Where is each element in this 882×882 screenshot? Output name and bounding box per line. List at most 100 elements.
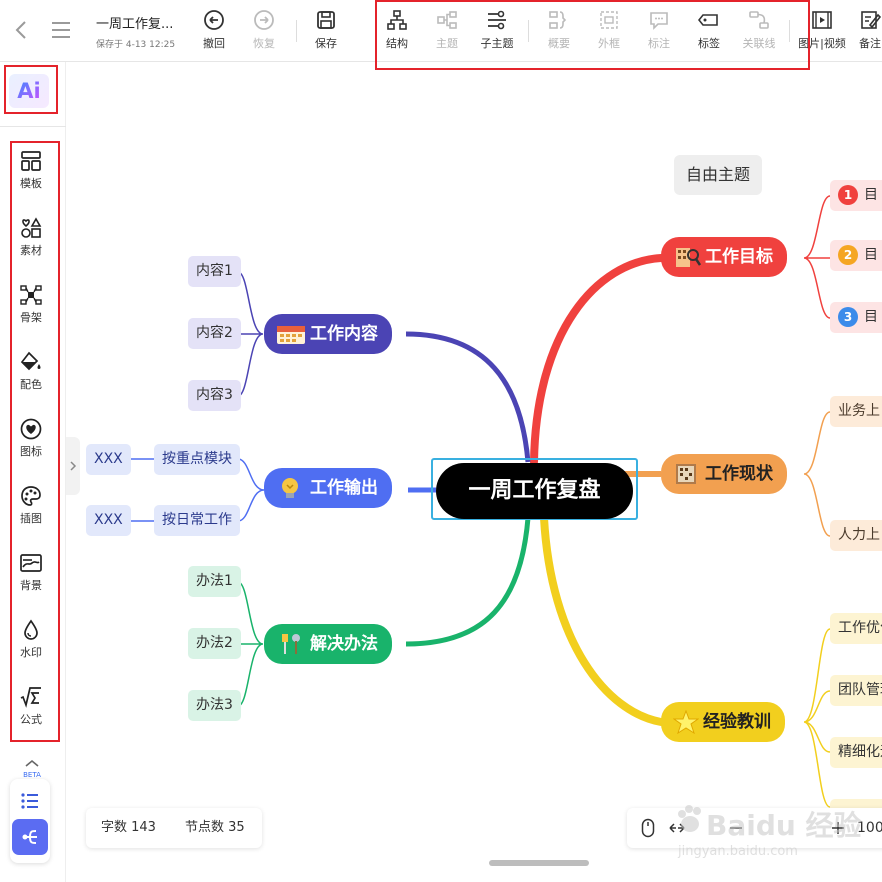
connector-leaf: [237, 458, 265, 522]
connector-leaf: [803, 628, 831, 808]
sidebar-item-formula[interactable]: 公式: [10, 686, 52, 742]
media-label: 图片|视频: [798, 37, 846, 50]
outline-view-button[interactable]: [12, 783, 48, 819]
leaf-output-sub-1[interactable]: XXX: [86, 444, 131, 475]
central-topic[interactable]: 一周工作复盘: [436, 463, 633, 519]
tag-button[interactable]: 标签: [687, 6, 731, 56]
free-topic[interactable]: 自由主题: [674, 155, 762, 195]
skeleton-icon: [20, 285, 42, 305]
sidebar-divider: [0, 126, 66, 127]
leaf-solution-2[interactable]: 办法2: [188, 628, 241, 659]
summary-label: 概要: [548, 37, 570, 50]
leaf-output-2[interactable]: 按日常工作: [154, 505, 240, 536]
background-icon: [20, 554, 42, 572]
summary-button[interactable]: 概要: [537, 6, 581, 56]
boundary-button[interactable]: 外框: [587, 6, 631, 56]
leaf-status-2[interactable]: 人力上: [830, 520, 882, 551]
leaf-goal-1[interactable]: 1目: [830, 180, 882, 211]
topic-label: 工作目标: [705, 247, 773, 267]
leaf-output-sub-2[interactable]: XXX: [86, 505, 131, 536]
ai-button[interactable]: Ai: [9, 74, 49, 108]
sidebar-item-illustration[interactable]: 插图: [10, 485, 52, 541]
sidebar-item-material[interactable]: 素材: [10, 217, 52, 273]
subtopic-label: 子主题: [480, 37, 514, 50]
list-icon: [21, 793, 38, 809]
priority-2-badge: 2: [838, 245, 858, 265]
tag-icon: [698, 14, 718, 26]
topic-work-goal[interactable]: 工作目标: [661, 237, 787, 277]
shapes-icon: [21, 217, 42, 238]
subtopic-button[interactable]: 子主题: [475, 6, 519, 56]
connector-content: [405, 331, 531, 463]
tag-label: 标签: [698, 37, 720, 50]
leaf-solution-1[interactable]: 办法1: [188, 566, 241, 597]
undo-button[interactable]: 撤回: [192, 6, 236, 56]
leaf-goal-2[interactable]: 2目: [830, 240, 882, 271]
ai-label: Ai: [17, 79, 41, 103]
zoom-level[interactable]: 100%: [857, 808, 882, 848]
sidebar-item-color[interactable]: 配色: [10, 351, 52, 407]
sidebar-item-template[interactable]: 模板: [10, 150, 52, 206]
note-button[interactable]: 备注: [852, 6, 882, 56]
leaf-content-2[interactable]: 内容2: [188, 318, 241, 349]
zoom-in-icon[interactable]: [831, 821, 845, 835]
sidebar-item-label: 骨架: [20, 311, 42, 324]
connector-goal: [530, 254, 665, 466]
leaf-solution-3[interactable]: 办法3: [188, 690, 241, 721]
leaf-lessons-1[interactable]: 工作优化: [830, 613, 882, 644]
leaf-goal-3[interactable]: 3目: [830, 302, 882, 333]
menu-icon[interactable]: [50, 20, 72, 40]
collapse-sidebar-button[interactable]: BETA: [18, 752, 46, 779]
topic-solution[interactable]: 解决办法: [264, 624, 392, 664]
callout-button[interactable]: 标注: [637, 6, 681, 56]
leaf-output-1[interactable]: 按重点模块: [154, 444, 240, 475]
topic-label: 工作输出: [310, 478, 378, 498]
topic-work-status[interactable]: 工作现状: [661, 454, 787, 494]
redo-icon: [254, 10, 274, 30]
sidebar-item-watermark[interactable]: 水印: [10, 619, 52, 675]
relation-line-icon: [749, 11, 769, 29]
structure-button[interactable]: 结构: [375, 6, 419, 56]
note-icon: [861, 11, 881, 29]
document-title[interactable]: 一周工作复...: [96, 13, 173, 32]
topic-work-output[interactable]: 工作输出: [264, 468, 392, 508]
save-button[interactable]: 保存: [304, 6, 348, 56]
leaf-lessons-3[interactable]: 精细化运: [830, 737, 882, 768]
leaf-lessons-2[interactable]: 团队管理: [830, 675, 882, 706]
leaf-content-3[interactable]: 内容3: [188, 380, 241, 411]
callout-icon: [650, 12, 668, 30]
leaf-status-1[interactable]: 业务上: [830, 396, 882, 427]
sidebar-item-icon[interactable]: 图标: [10, 418, 52, 474]
relation-line-label: 关联线: [742, 37, 776, 50]
topic-button[interactable]: 主题: [425, 6, 469, 56]
abacus-icon: [676, 464, 696, 484]
paint-bucket-icon: [20, 351, 41, 371]
zoom-out-icon[interactable]: [729, 821, 743, 835]
word-count: 字数 143: [101, 820, 156, 835]
view-switch: [10, 779, 50, 863]
topic-work-content[interactable]: 工作内容: [264, 314, 392, 354]
media-button[interactable]: 图片|视频: [796, 6, 848, 56]
back-icon[interactable]: [12, 18, 32, 42]
topic-lessons[interactable]: 经验教训: [661, 702, 785, 742]
relation-line-button[interactable]: 关联线: [737, 6, 781, 56]
fit-screen-icon[interactable]: [669, 820, 685, 836]
redo-button[interactable]: 恢复: [242, 6, 286, 56]
summary-icon: [549, 11, 567, 29]
sidebar-item-label: 公式: [20, 713, 42, 726]
leaf-content-1[interactable]: 内容1: [188, 256, 241, 287]
mindmap-canvas[interactable]: 自由主题 一周工作复盘 工作内容 内容1 内容2 内容3 工作输出 按重点模块 …: [66, 62, 882, 882]
horizontal-scrollbar[interactable]: [489, 860, 589, 866]
topic-label: 经验教训: [703, 712, 771, 732]
topic-label: 工作内容: [310, 324, 378, 344]
toolbar-divider: [789, 20, 790, 42]
sidebar-item-skeleton[interactable]: 骨架: [10, 284, 52, 340]
mindmap-view-button[interactable]: [12, 819, 48, 855]
stats-bar: 字数 143 节点数 35: [86, 808, 262, 848]
heart-icon: [20, 418, 42, 440]
template-icon: [21, 151, 41, 171]
sidebar-item-background[interactable]: 背景: [10, 552, 52, 608]
topic-icon: [437, 11, 457, 29]
mouse-icon[interactable]: [641, 818, 655, 838]
connector-leaf: [803, 195, 831, 319]
